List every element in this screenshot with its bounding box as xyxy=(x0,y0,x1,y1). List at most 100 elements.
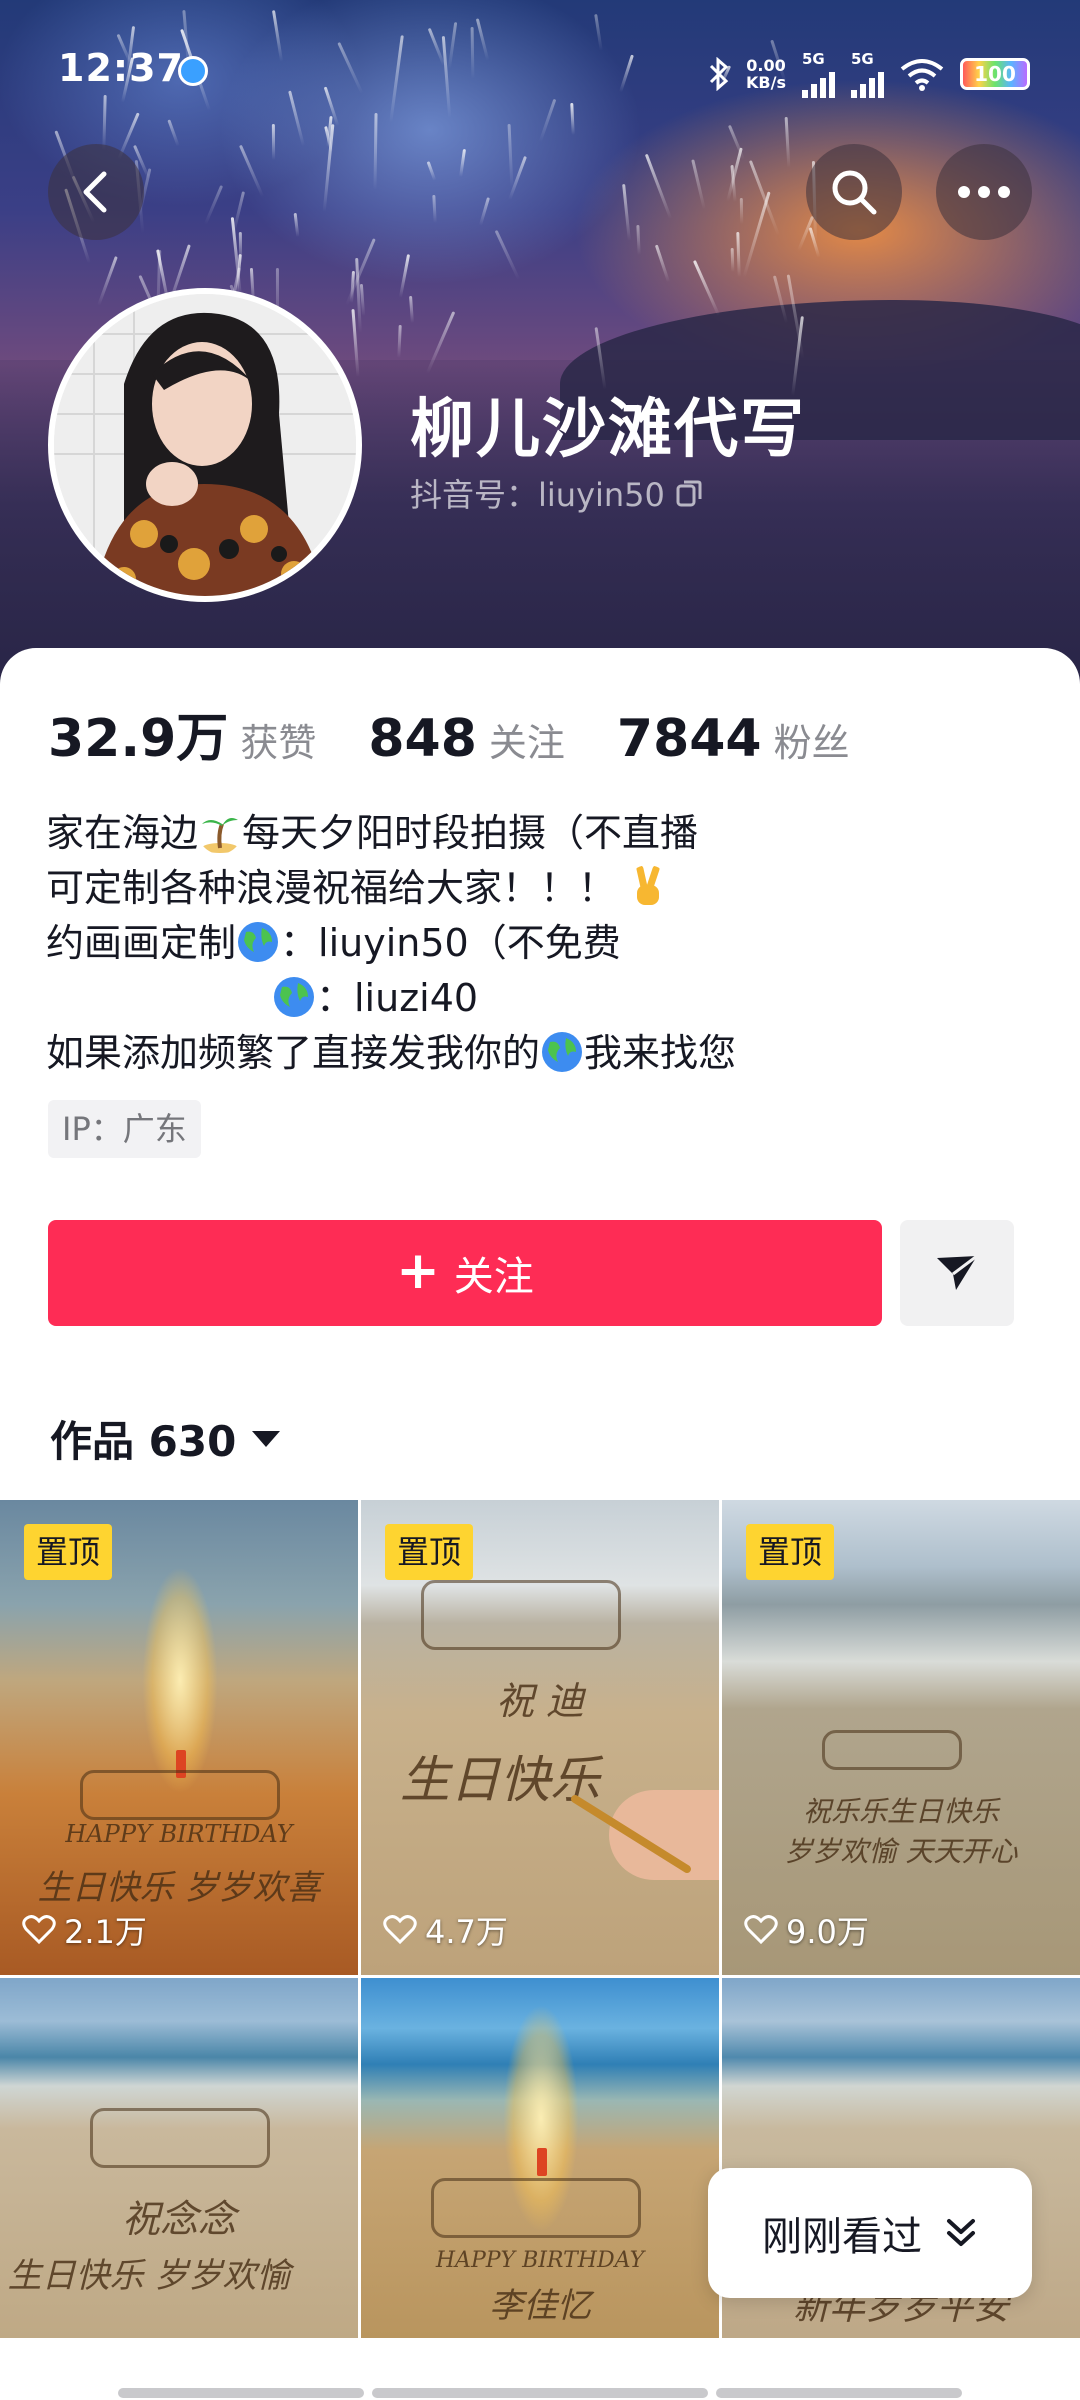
bio-text: 我来找您 xyxy=(584,1031,737,1075)
video-likes: 2.1万 xyxy=(22,1907,147,1953)
video-thumbnail[interactable]: 祝 迪 生日快乐 置顶 4.7万 xyxy=(361,1500,719,1975)
sand-text: 生日快乐 岁岁欢愉 xyxy=(7,2256,291,2296)
firework-spark xyxy=(203,185,224,226)
bio-text: 可定制各种浪漫祝福给大家！！！ xyxy=(46,866,617,910)
sim1-label: 5G xyxy=(802,50,825,68)
firework-spark xyxy=(692,259,720,316)
back-button[interactable] xyxy=(48,144,144,240)
globe-icon xyxy=(542,1032,583,1072)
bluetooth-icon xyxy=(709,57,729,91)
followers-label[interactable]: 粉丝 xyxy=(774,712,850,767)
video-thumbnail[interactable]: 祝乐乐生日快乐 岁岁欢愉 天天开心 置顶 9.0万 xyxy=(722,1500,1080,1975)
firework-spark xyxy=(494,230,521,281)
candle xyxy=(537,2148,547,2176)
video-likes-count: 2.1万 xyxy=(64,1913,147,1951)
firework-spark xyxy=(636,225,641,255)
douyin-id[interactable]: 抖音号：liuyin50 xyxy=(410,470,703,516)
globe-icon xyxy=(238,922,279,962)
status-time: 12:37 xyxy=(58,46,184,90)
sand-text: 祝念念 xyxy=(121,2197,236,2241)
bio-line: 约画画定制 ：liuyin50（不免费 xyxy=(46,916,736,971)
bio-line: 家在海边 每天夕阳时段拍摄（不直播 xyxy=(46,806,736,861)
bio-text: 家在海边 xyxy=(46,811,199,855)
send-message-button[interactable] xyxy=(900,1220,1014,1326)
follow-button[interactable]: + 关注 xyxy=(48,1220,882,1326)
firework-spark xyxy=(396,325,402,359)
net-speed-unit: KB/s xyxy=(746,73,786,92)
followers-count[interactable]: 7844 xyxy=(617,709,762,769)
douyin-id-text: 抖音号：liuyin50 xyxy=(410,476,665,514)
firework-spark xyxy=(97,255,118,306)
firework-spark xyxy=(748,160,780,237)
heart-icon xyxy=(22,1915,56,1945)
ip-location-tag: IP：广东 xyxy=(48,1100,201,1158)
firework-spark xyxy=(399,253,411,298)
following-label[interactable]: 关注 xyxy=(489,712,565,767)
profile-nickname: 柳儿沙滩代写 xyxy=(410,393,806,467)
signal-bars-icon xyxy=(802,68,835,98)
more-button[interactable] xyxy=(936,144,1032,240)
firework-spark xyxy=(621,183,631,241)
pinned-badge: 置顶 xyxy=(746,1524,835,1580)
recently-viewed-button[interactable]: 刚刚看过 xyxy=(708,2168,1032,2298)
chevron-left-icon xyxy=(83,171,107,213)
firework-spark xyxy=(294,213,300,238)
sim2-label: 5G xyxy=(851,50,874,68)
signal-2: 5G xyxy=(851,50,884,98)
firework-spark xyxy=(736,231,741,277)
firework-spark xyxy=(730,248,734,272)
palm-island-icon xyxy=(202,818,239,853)
bio-text: ：liuzi40 xyxy=(316,976,479,1020)
bottom-scroll-indicator xyxy=(0,2384,1080,2400)
heart-icon xyxy=(744,1915,778,1945)
battery-icon: 100 xyxy=(960,58,1030,90)
sand-text: 生日快乐 岁岁欢喜 xyxy=(37,1868,321,1908)
sand-cake-drawing xyxy=(90,2108,270,2168)
plus-icon: + xyxy=(396,1241,440,1301)
net-speed: 0.00 KB/s xyxy=(746,57,786,91)
video-thumbnail[interactable]: HAPPY BIRTHDAY 李佳忆 xyxy=(361,1978,719,2338)
firework-spark xyxy=(478,197,490,226)
sand-text: 祝乐乐生日快乐 xyxy=(802,1795,999,1828)
video-thumbnail[interactable]: 祝念念 生日快乐 岁岁欢愉 xyxy=(0,1978,358,2338)
sand-cake-drawing xyxy=(431,2178,641,2238)
tab-works[interactable]: 作品 630 xyxy=(50,1408,281,1469)
globe-icon xyxy=(274,977,314,1017)
recently-viewed-label: 刚刚看过 xyxy=(762,2214,922,2260)
sand-cake-drawing xyxy=(822,1730,962,1770)
profile-stats: 32.9万 获赞 848 关注 7844 粉丝 xyxy=(48,696,902,771)
sand-text: HAPPY BIRTHDAY xyxy=(435,2248,645,2273)
avatar[interactable] xyxy=(48,288,362,602)
firework-spark xyxy=(426,161,437,182)
app-notification-icon xyxy=(178,56,208,86)
video-thumbnail[interactable]: HAPPY BIRTHDAY 生日快乐 岁岁欢喜 置顶 2.1万 xyxy=(0,1500,358,1975)
search-icon xyxy=(832,170,877,215)
video-likes: 4.7万 xyxy=(383,1907,508,1953)
likes-label[interactable]: 获赞 xyxy=(240,712,316,767)
tab-works-label: 作品 630 xyxy=(50,1417,237,1466)
firework-spark xyxy=(691,159,706,210)
following-count[interactable]: 848 xyxy=(368,709,477,769)
net-speed-value: 0.00 xyxy=(746,56,786,75)
firework-spark xyxy=(645,153,673,219)
search-button[interactable] xyxy=(806,144,902,240)
pinned-badge: 置顶 xyxy=(385,1524,474,1580)
send-icon xyxy=(937,1254,978,1290)
victory-hand-icon xyxy=(636,865,660,905)
sand-cake-drawing xyxy=(421,1580,621,1650)
sand-text: 祝 迪 xyxy=(495,1679,585,1723)
status-icons: 0.00 KB/s 5G 5G 100 xyxy=(708,50,1030,98)
caret-down-icon xyxy=(252,1430,281,1447)
sand-text: HAPPY BIRTHDAY xyxy=(65,1820,293,1848)
video-likes: 9.0万 xyxy=(744,1907,869,1953)
wifi-icon xyxy=(900,59,944,91)
copy-icon[interactable] xyxy=(675,478,703,508)
bio-text: ：liuyin50（不免费 xyxy=(280,921,621,965)
firework-spark xyxy=(408,295,414,324)
heart-icon xyxy=(383,1915,417,1945)
sand-text: 李佳忆 xyxy=(489,2286,591,2326)
likes-count[interactable]: 32.9万 xyxy=(48,696,228,771)
double-chevron-down-icon xyxy=(947,2219,975,2246)
firework-spark xyxy=(432,194,437,224)
more-icon xyxy=(958,186,1010,198)
